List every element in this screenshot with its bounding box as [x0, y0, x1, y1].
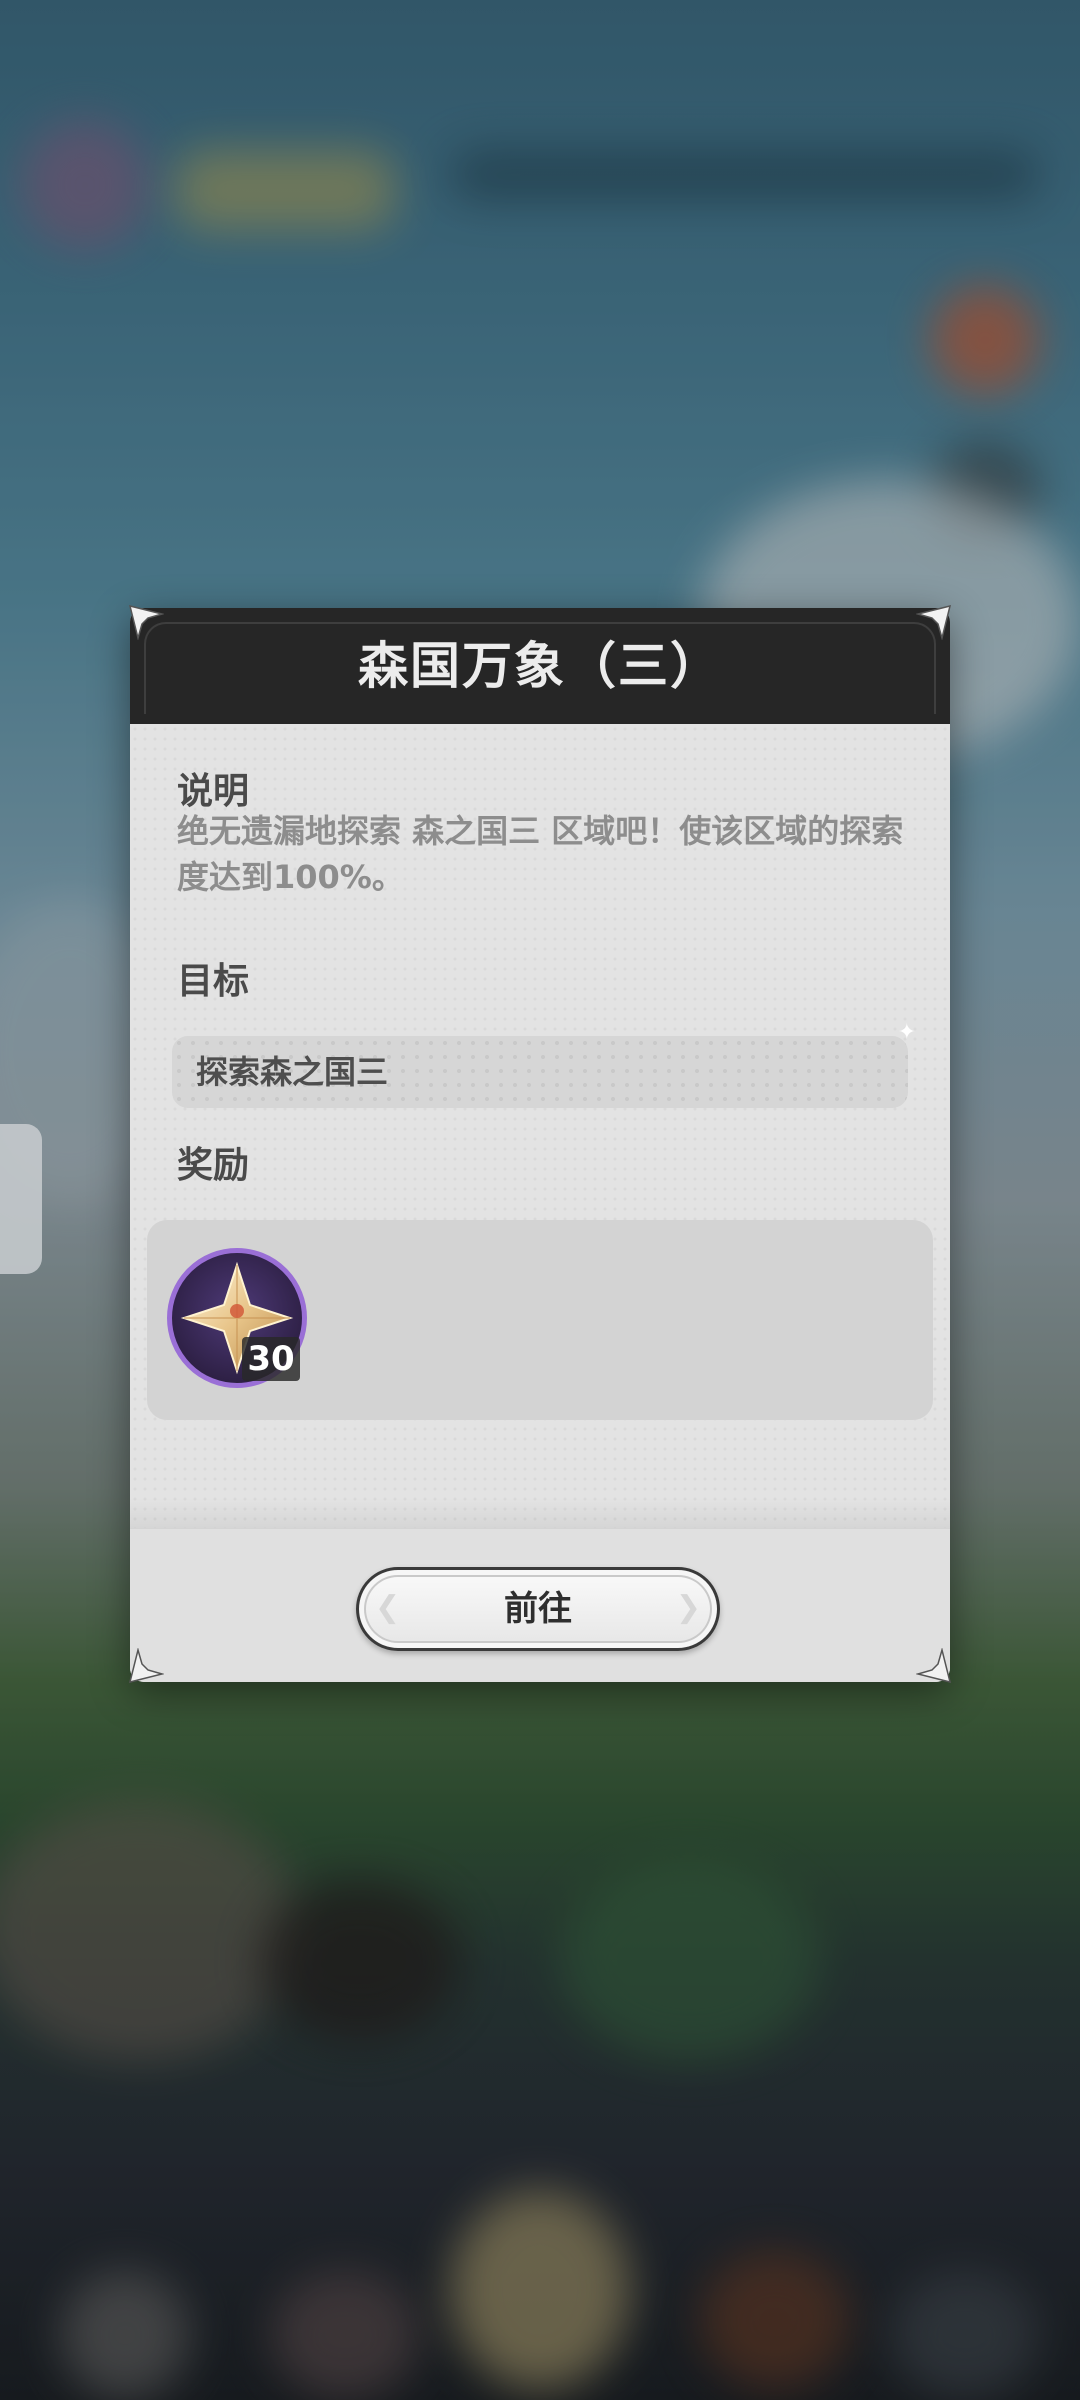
go-button-label: 前往	[504, 1589, 572, 1629]
dialog-header: 森国万象（三）	[130, 608, 950, 727]
corner-ornament-icon	[916, 1648, 952, 1684]
corner-ornament-icon	[916, 604, 952, 640]
sparkle-icon: ✦	[897, 1020, 916, 1045]
achievement-dialog: 森国万象（三） 说明 绝无遗漏地探索 森之国三 区域吧！使该区域的探索度达到10…	[130, 608, 950, 1682]
goal-field: 探索森之国三 ✦	[172, 1020, 916, 1108]
dialog-footer: ❮ ❯ 前往	[130, 1528, 950, 1682]
go-button[interactable]: ❮ ❯ 前往	[356, 1567, 720, 1651]
reward-row: 30	[147, 1220, 933, 1420]
corner-ornament-icon	[128, 604, 164, 640]
goal-row: 探索森之国三 ✦	[172, 1020, 916, 1108]
reward-item[interactable]: 30	[167, 1248, 307, 1388]
reward-count-badge: 30	[242, 1337, 300, 1381]
footer-divider	[130, 1498, 950, 1528]
goal-label: 目标	[177, 961, 250, 1002]
description-text: 绝无遗漏地探索 森之国三 区域吧！使该区域的探索度达到100%。	[177, 812, 904, 896]
reward-panel: 30	[147, 1220, 933, 1420]
dialog-title: 森国万象（三）	[358, 637, 722, 695]
reward-label: 奖励	[177, 1145, 250, 1186]
side-drawer-tab[interactable]	[0, 1124, 42, 1274]
dialog-body: 说明 绝无遗漏地探索 森之国三 区域吧！使该区域的探索度达到100%。 目标 奖…	[130, 724, 950, 1544]
goal-text: 探索森之国三	[196, 1053, 389, 1091]
description-label: 说明	[177, 771, 250, 812]
corner-ornament-icon	[128, 1648, 164, 1684]
